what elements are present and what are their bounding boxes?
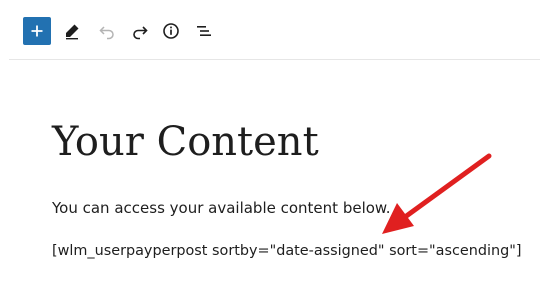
plus-icon bbox=[31, 25, 43, 37]
editor-toolbar bbox=[0, 0, 554, 60]
redo-button[interactable] bbox=[126, 17, 154, 45]
pencil-icon bbox=[66, 24, 79, 40]
info-icon bbox=[163, 23, 179, 39]
add-block-button[interactable] bbox=[23, 17, 51, 45]
undo-icon bbox=[99, 26, 114, 40]
editor-canvas: Your Content You can access your availab… bbox=[0, 60, 554, 282]
shortcode-paragraph[interactable]: [wlm_userpayperpost sortby="date-assigne… bbox=[52, 240, 521, 262]
list-view-icon bbox=[197, 26, 211, 36]
redo-icon bbox=[133, 26, 148, 40]
details-button[interactable] bbox=[157, 17, 185, 45]
document-overview-button[interactable] bbox=[190, 17, 218, 45]
page-title[interactable]: Your Content bbox=[52, 117, 319, 167]
tools-button[interactable] bbox=[58, 17, 86, 45]
intro-paragraph[interactable]: You can access your available content be… bbox=[52, 197, 391, 219]
undo-button[interactable] bbox=[93, 17, 121, 45]
